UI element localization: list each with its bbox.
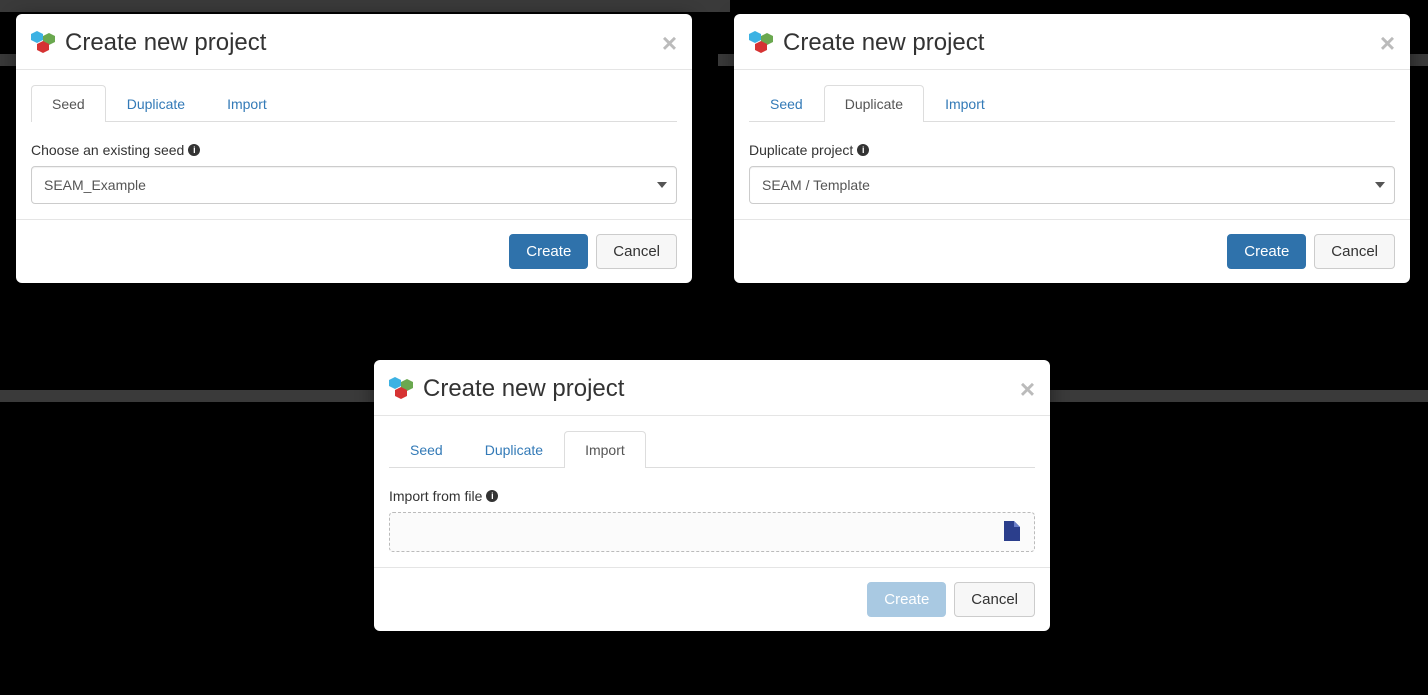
seed-label-text: Choose an existing seed <box>31 142 184 158</box>
seed-select[interactable]: SEAM_Example <box>31 166 677 204</box>
tab-seed[interactable]: Seed <box>31 85 106 122</box>
modal-title: Create new project <box>749 29 1380 57</box>
tab-import[interactable]: Import <box>564 431 646 468</box>
info-icon[interactable]: i <box>188 144 200 156</box>
info-icon[interactable]: i <box>486 490 498 502</box>
duplicate-select[interactable]: SEAM / Template <box>749 166 1395 204</box>
modal-title: Create new project <box>389 375 1020 403</box>
close-icon[interactable]: × <box>1020 376 1035 402</box>
close-icon[interactable]: × <box>662 30 677 56</box>
modal-title-text: Create new project <box>65 29 266 57</box>
tab-bar: Seed Duplicate Import <box>31 85 677 122</box>
import-label-text: Import from file <box>389 488 482 504</box>
modal-title-text: Create new project <box>423 375 624 403</box>
tab-seed[interactable]: Seed <box>389 431 464 468</box>
app-logo-icon <box>749 31 775 55</box>
tab-import[interactable]: Import <box>206 85 288 122</box>
cancel-button[interactable]: Cancel <box>954 582 1035 617</box>
file-icon <box>1004 521 1020 544</box>
tab-bar: Seed Duplicate Import <box>749 85 1395 122</box>
seed-field-label: Choose an existing seed i <box>31 142 677 158</box>
tab-duplicate[interactable]: Duplicate <box>464 431 564 468</box>
create-button[interactable]: Create <box>1227 234 1306 269</box>
tab-seed[interactable]: Seed <box>749 85 824 122</box>
tab-duplicate[interactable]: Duplicate <box>824 85 924 122</box>
info-icon[interactable]: i <box>857 144 869 156</box>
duplicate-field-label: Duplicate project i <box>749 142 1395 158</box>
create-button[interactable]: Create <box>509 234 588 269</box>
app-logo-icon <box>389 377 415 401</box>
create-button: Create <box>867 582 946 617</box>
import-dropzone[interactable] <box>389 512 1035 552</box>
import-field-label: Import from file i <box>389 488 1035 504</box>
duplicate-label-text: Duplicate project <box>749 142 853 158</box>
close-icon[interactable]: × <box>1380 30 1395 56</box>
tab-bar: Seed Duplicate Import <box>389 431 1035 468</box>
tab-import[interactable]: Import <box>924 85 1006 122</box>
app-logo-icon <box>31 31 57 55</box>
cancel-button[interactable]: Cancel <box>596 234 677 269</box>
tab-duplicate[interactable]: Duplicate <box>106 85 206 122</box>
cancel-button[interactable]: Cancel <box>1314 234 1395 269</box>
modal-title: Create new project <box>31 29 662 57</box>
modal-title-text: Create new project <box>783 29 984 57</box>
